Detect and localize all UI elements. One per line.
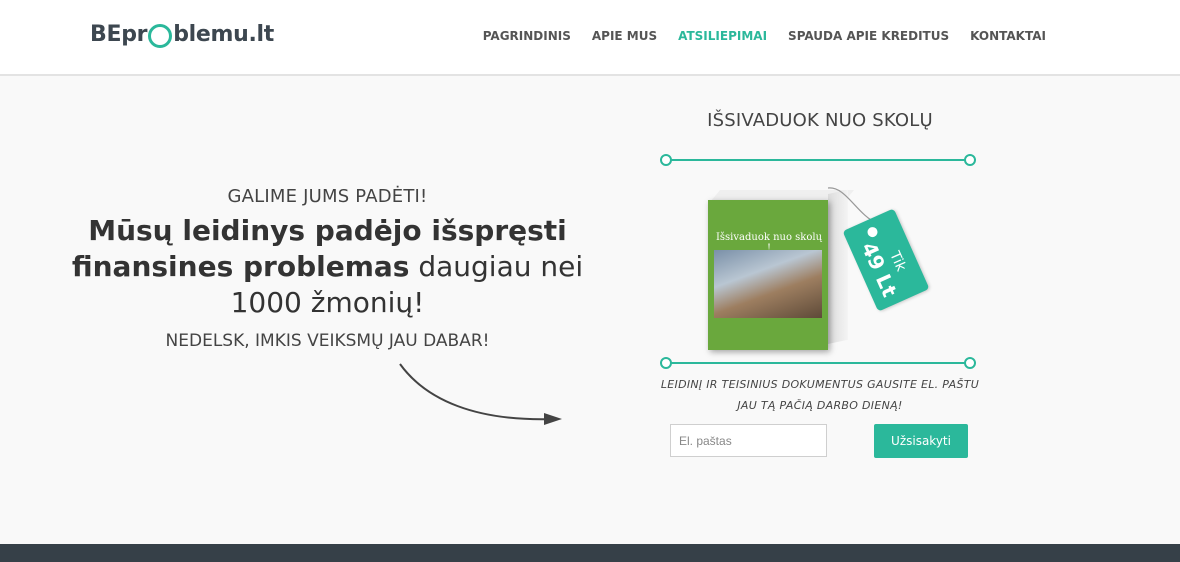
divider-dot-icon [964,154,976,166]
email-input[interactable] [670,424,827,457]
nav-item-kontaktai[interactable]: KONTAKTAI [970,29,1046,43]
hero-section: GALIME JUMS PADĖTI! Mūsų leidinys padėjo… [60,186,595,351]
main-nav: PAGRINDINIS APIE MUS ATSILIEPIMAI SPAUDA… [462,29,1046,43]
top-divider [660,154,976,166]
hero-headline: Mūsų leidinys padėjo išspręsti finansine… [60,213,595,321]
nav-item-atsiliepimai[interactable]: ATSILIEPIMAI [678,29,767,43]
divider-dot-icon [964,357,976,369]
logo-ring-icon [148,23,173,48]
curved-arrow-icon [399,363,562,425]
logo-prefix: BEpr [90,22,148,47]
offer-note: LEIDINĮ IR TEISINIUS DOKUMENTUS GAUSITE … [660,378,980,412]
site-header: BEpr blemu.lt PAGRINDINIS APIE MUS ATSILI… [0,0,1180,76]
divider-dot-icon [660,357,672,369]
bottom-divider [660,357,976,369]
nav-item-apie-mus[interactable]: APIE MUS [592,29,657,43]
book-illustration [714,250,822,318]
site-logo[interactable]: BEpr blemu.lt [90,22,275,48]
logo-suffix: blemu.lt [173,22,275,47]
nav-item-pagrindinis[interactable]: PAGRINDINIS [483,29,571,43]
offer-box: IŠSIVADUOK NUO SKOLŲ Išsivaduok nuo skol… [650,110,990,458]
divider-dot-icon [660,154,672,166]
footer-bar [0,544,1180,562]
subscribe-button[interactable]: Užsisakyti [874,424,968,458]
hero-cta-text: NEDELSK, IMKIS VEIKSMŲ JAU DABAR! [165,331,490,351]
hero-kicker: GALIME JUMS PADĖTI! [227,186,428,207]
offer-title: IŠSIVADUOK NUO SKOLŲ [707,110,933,131]
nav-item-spauda[interactable]: SPAUDA APIE KREDITUS [788,29,949,43]
